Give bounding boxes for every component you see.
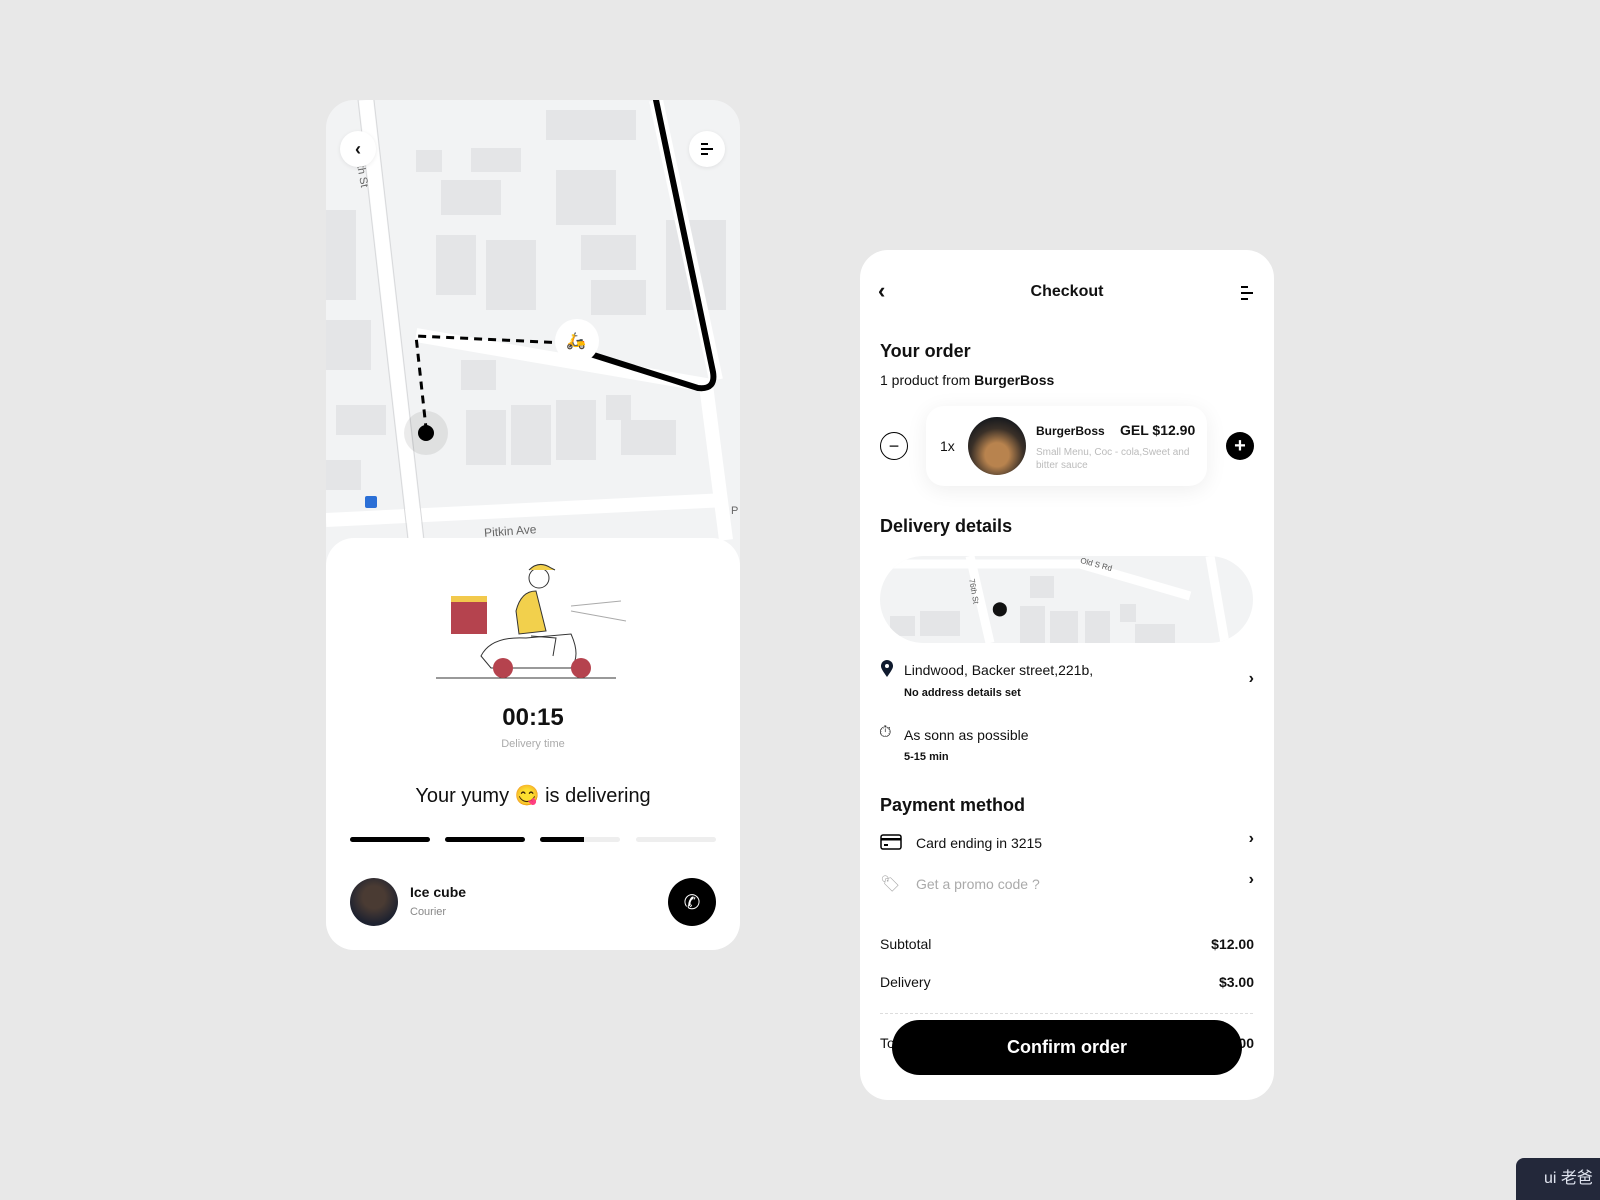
- payment-method-heading: Payment method: [880, 795, 1026, 815]
- delivery-time-label: Delivery time: [501, 738, 565, 750]
- chevron-left-icon: ‹: [355, 138, 361, 159]
- minus-icon: −: [888, 435, 900, 456]
- timing-range: 5-15 min: [904, 751, 949, 763]
- courier-role: Courier: [410, 906, 447, 918]
- card-text: Card ending in 3215: [916, 835, 1043, 851]
- product-count: 1 product from: [880, 372, 975, 388]
- checkout-screen: ‹ Checkout Your order 1 product from Bur…: [860, 250, 1274, 1100]
- courier-name: Ice cube: [410, 884, 467, 900]
- delivery-label: Delivery: [880, 974, 931, 990]
- progress-step-fill: [445, 837, 525, 842]
- chevron-right-icon: ›: [1248, 830, 1254, 847]
- phone-icon: ✆: [683, 891, 701, 914]
- subtotal-value: $12.00: [1211, 936, 1254, 952]
- menu-icon[interactable]: [1239, 285, 1255, 301]
- delivery-map[interactable]: 🛵: [326, 100, 740, 560]
- delivery-time: 00:15: [502, 704, 564, 731]
- location-pin-icon: [881, 660, 893, 677]
- timer-icon: ⏱: [879, 724, 892, 741]
- decrease-quantity-button[interactable]: −: [880, 432, 908, 460]
- order-summary: 1 product from BurgerBoss: [880, 372, 1054, 388]
- page-title: Checkout: [1030, 283, 1104, 300]
- your-order-heading: Your order: [880, 341, 971, 361]
- svg-text:🛵: 🛵: [566, 332, 586, 350]
- location-pin-icon: ⬤: [992, 600, 1008, 616]
- scooter-illustration: [436, 564, 627, 679]
- plus-icon: +: [1234, 434, 1246, 457]
- status-text: Your yumy 😋 is delivering: [415, 785, 651, 807]
- order-item-card: 1x BurgerBoss GEL $12.90 Small Menu, Coc…: [926, 406, 1207, 486]
- progress-step-fill: [350, 837, 430, 842]
- item-price: GEL $12.90: [1120, 422, 1196, 438]
- address-text: Lindwood, Backer street,221b,: [904, 662, 1094, 678]
- confirm-order-button[interactable]: Confirm order: [892, 1020, 1242, 1075]
- timing-text: As sonn as possible: [904, 727, 1029, 743]
- item-description: Small Menu, Coc - cola,Sweet and bitter …: [1036, 447, 1190, 471]
- delivery-details-heading: Delivery details: [880, 516, 1013, 536]
- divider: [880, 1013, 1253, 1014]
- delivery-map[interactable]: 76th St Old S Rd ⬤: [880, 556, 1253, 643]
- burger-image: [968, 417, 1026, 475]
- menu-icon: [701, 143, 713, 155]
- call-button[interactable]: ✆: [668, 878, 716, 926]
- tag-icon: 🏷: [880, 876, 901, 893]
- watermark-logo: ui 老爸: [1516, 1158, 1600, 1200]
- item-quantity: 1x: [940, 438, 955, 454]
- progress-step: [540, 837, 620, 842]
- street-label: P: [731, 505, 739, 517]
- restaurant-name: BurgerBoss: [974, 372, 1055, 388]
- progress-step: [350, 837, 430, 842]
- address-note: No address details set: [904, 687, 1021, 699]
- promo-code-input[interactable]: Get a promo code ?: [916, 876, 1040, 892]
- back-button[interactable]: ‹: [340, 131, 376, 167]
- delivery-value: $3.00: [1218, 974, 1254, 990]
- increase-quantity-button[interactable]: +: [1226, 432, 1254, 460]
- chevron-right-icon: ›: [1248, 871, 1254, 888]
- progress-step-fill: [540, 837, 584, 842]
- credit-card-icon: [880, 834, 902, 850]
- progress-step: [636, 837, 716, 842]
- chevron-right-icon: ›: [1248, 670, 1254, 687]
- bus-stop-icon: [365, 496, 377, 508]
- menu-button[interactable]: [689, 131, 725, 167]
- item-name: BurgerBoss: [1036, 424, 1105, 438]
- tracking-screen: 🛵 76th St Pitkin Ave P ‹ 00:15 Delivery …: [326, 100, 740, 950]
- destination-marker: [418, 425, 434, 441]
- subtotal-label: Subtotal: [880, 936, 932, 952]
- progress-step: [445, 837, 525, 842]
- courier-avatar: [350, 878, 398, 926]
